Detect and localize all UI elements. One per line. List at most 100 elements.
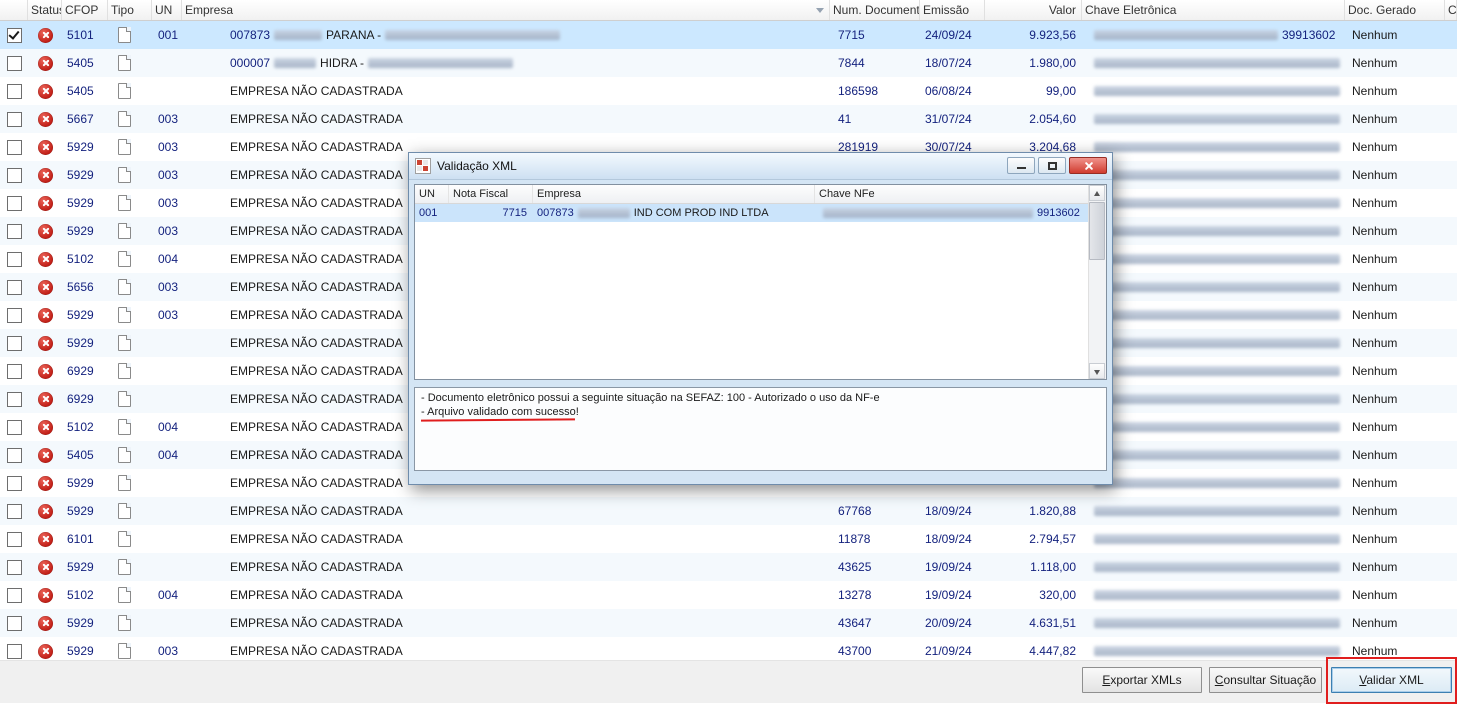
table-row[interactable]: 5405 000007 HIDRA - 7844 18/07/24 1.980,00 Nen… [0,49,1457,77]
error-status-icon [38,223,53,239]
column-header-emissao[interactable]: Emissão [920,0,985,20]
dialog-column-header-chave-nfe[interactable]: Chave NFe [815,185,1089,203]
column-header-c[interactable]: C [1445,0,1457,20]
row-checkbox[interactable] [7,111,22,127]
extra-cell [1445,329,1457,357]
close-icon[interactable] [1069,157,1107,174]
dialog-column-header-nota-fiscal[interactable]: Nota Fiscal [449,185,533,203]
row-checkbox[interactable] [7,279,22,295]
table-row[interactable]: 5929 EMPRESA NÃO CADASTRADA 67768 18/09/24 1… [0,497,1457,525]
column-header-valor[interactable]: Valor [985,0,1082,20]
redacted-text [1094,254,1340,264]
error-status-icon [38,251,53,267]
column-header-chave[interactable]: Chave Eletrônica [1082,0,1345,20]
chave-eletronica-cell [1082,441,1345,469]
row-checkbox[interactable] [7,55,22,71]
row-checkbox[interactable] [7,307,22,323]
row-checkbox[interactable] [7,27,22,43]
scroll-down-icon[interactable] [1089,363,1105,379]
status-cell [28,553,62,581]
un-cell: 003 [158,196,179,210]
redacted-text [1094,226,1340,236]
redacted-text [385,30,561,40]
extra-cell [1445,105,1457,133]
column-header-empresa[interactable]: Empresa [182,0,830,20]
validar-xml-button[interactable]: Validar XML [1331,667,1452,693]
row-checkbox[interactable] [7,139,22,155]
row-checkbox[interactable] [7,559,22,575]
row-checkbox-cell [0,609,28,637]
emissao-cell: 20/09/24 [925,616,972,630]
column-header-check[interactable] [0,0,28,20]
consultar-situacao-button[interactable]: Consultar Situação [1209,667,1322,693]
scroll-up-icon[interactable] [1089,185,1105,201]
scrollbar-thumb[interactable] [1089,202,1105,260]
row-checkbox[interactable] [7,83,22,99]
row-checkbox[interactable] [7,223,22,239]
table-row[interactable]: 5667 003 EMPRESA NÃO CADASTRADA 41 31/07/24 2… [0,105,1457,133]
dialog-nota-fiscal-cell: 7715 [502,207,527,219]
un-cell: 003 [158,140,179,154]
doc-gerado-cell: Nenhum [1352,364,1398,378]
document-type-icon [118,307,131,323]
table-row[interactable]: 5102 004 EMPRESA NÃO CADASTRADA 13278 19/09/… [0,581,1457,609]
extra-cell [1445,497,1457,525]
chave-eletronica-cell [1082,469,1345,497]
un-cell: 003 [158,308,179,322]
column-header-cfop[interactable]: CFOP [62,0,108,20]
row-checkbox[interactable] [7,391,22,407]
redacted-text [1094,534,1340,544]
validation-message-line: - Documento eletrônico possui a seguinte… [421,392,880,404]
table-row[interactable]: 5929 EMPRESA NÃO CADASTRADA 43625 19/09/24 1… [0,553,1457,581]
row-checkbox[interactable] [7,643,22,659]
empresa-code: 007873 [537,207,574,219]
tipo-cell [108,553,152,581]
table-row[interactable]: 5101 001 007873 PARANA - 7715 24/09/24 9.923,5… [0,21,1457,49]
dialog-titlebar[interactable]: Validação XML [409,153,1112,180]
status-cell [28,105,62,133]
minimize-icon[interactable] [1007,157,1035,174]
document-type-icon [118,335,131,351]
status-cell [28,217,62,245]
table-row[interactable]: 6101 EMPRESA NÃO CADASTRADA 11878 18/09/24 2… [0,525,1457,553]
row-checkbox[interactable] [7,503,22,519]
column-header-un[interactable]: UN [152,0,182,20]
un-cell: 004 [158,448,179,462]
dialog-title: Validação XML [437,159,517,173]
table-row[interactable]: 5929 EMPRESA NÃO CADASTRADA 43647 20/09/24 4… [0,609,1457,637]
row-checkbox-cell [0,21,28,49]
chave-eletronica-cell [1082,189,1345,217]
chave-suffix: 9913602 [1037,207,1080,219]
dialog-result-row[interactable]: 001 7715 007873 IND COM PROD IND LTDA 99… [415,204,1089,222]
dialog-column-header-un[interactable]: UN [415,185,449,203]
row-checkbox[interactable] [7,251,22,267]
doc-gerado-cell: Nenhum [1352,448,1398,462]
scrollbar[interactable] [1088,185,1106,379]
row-checkbox[interactable] [7,587,22,603]
row-checkbox[interactable] [7,363,22,379]
maximize-icon[interactable] [1038,157,1066,174]
column-header-num[interactable]: Num. Documento [830,0,920,20]
column-header-doc[interactable]: Doc. Gerado [1345,0,1445,20]
chave-eletronica-cell [1082,413,1345,441]
row-checkbox[interactable] [7,195,22,211]
doc-gerado-cell: Nenhum [1352,224,1398,238]
row-checkbox[interactable] [7,167,22,183]
row-checkbox[interactable] [7,419,22,435]
dialog-column-header-empresa[interactable]: Empresa [533,185,815,203]
status-cell [28,469,62,497]
row-checkbox[interactable] [7,615,22,631]
column-header-status[interactable]: Status [28,0,62,20]
row-checkbox[interactable] [7,447,22,463]
exportar-xmls-button[interactable]: Exportar XMLs [1082,667,1202,693]
column-header-label: Valor [1048,3,1076,17]
table-row[interactable]: 5405 EMPRESA NÃO CADASTRADA 186598 06/08/24… [0,77,1457,105]
row-checkbox[interactable] [7,531,22,547]
cfop-cell: 5102 [67,588,94,602]
row-checkbox[interactable] [7,335,22,351]
row-checkbox-cell [0,525,28,553]
cfop-cell: 5102 [67,252,94,266]
accelerator-letter: C [1214,673,1224,687]
row-checkbox[interactable] [7,475,22,491]
column-header-tipo[interactable]: Tipo [108,0,152,20]
